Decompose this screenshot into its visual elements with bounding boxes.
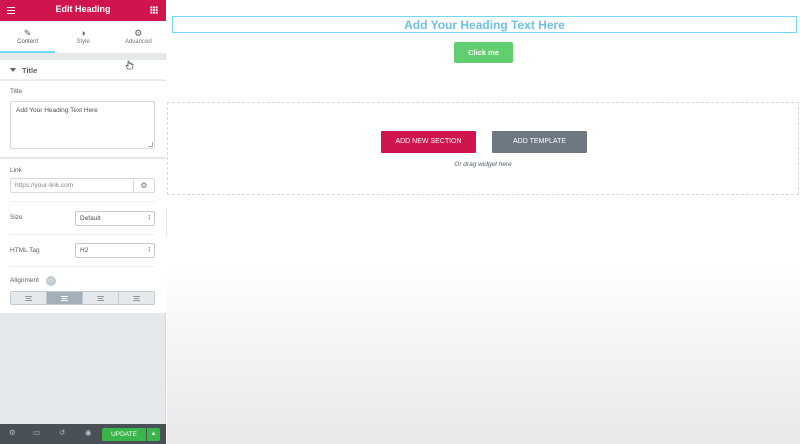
- separator: [10, 266, 155, 267]
- tab-style[interactable]: ◑ Style: [55, 21, 110, 53]
- heading-text[interactable]: Add Your Heading Text Here: [173, 18, 796, 32]
- responsive-icon[interactable]: ▭: [46, 276, 56, 286]
- title-textarea[interactable]: Add Your Heading Text Here: [10, 101, 155, 149]
- tab-advanced-label: Advanced: [124, 39, 152, 45]
- separator: [10, 201, 155, 202]
- caret-down-icon: [10, 68, 16, 72]
- grid-icon[interactable]: [150, 6, 158, 14]
- title-label: Title: [10, 88, 23, 95]
- align-left-icon: [25, 295, 32, 301]
- section-title-label: Title: [22, 66, 38, 75]
- align-justify-button[interactable]: [119, 292, 154, 304]
- tab-advanced[interactable]: ⚙ Advanced: [111, 21, 166, 53]
- controls-area: Title Add Your Heading Text Here Link ht…: [0, 81, 166, 313]
- align-center-icon: [61, 295, 68, 301]
- add-template-button[interactable]: ADD TEMPLATE: [492, 131, 587, 153]
- half-circle-icon: ◑: [80, 28, 86, 38]
- hand-cursor-icon: [125, 60, 134, 70]
- tab-content[interactable]: ✎ Content: [0, 21, 56, 53]
- link-input[interactable]: https://your-link.com: [10, 178, 134, 193]
- tab-style-label: Style: [76, 39, 90, 45]
- tab-content-label: Content: [17, 39, 39, 45]
- separator: [10, 234, 155, 235]
- divider: [0, 157, 166, 159]
- align-center-button[interactable]: [47, 292, 83, 304]
- responsive-desktop-icon[interactable]: ▭: [33, 428, 40, 437]
- size-label: Size: [10, 214, 23, 221]
- add-new-section-button[interactable]: ADD NEW SECTION: [381, 131, 476, 153]
- gear-icon: ⚙: [134, 28, 143, 38]
- size-select[interactable]: Default: [75, 211, 155, 226]
- alignment-control: [10, 291, 155, 305]
- panel-title: Edit Heading: [55, 4, 111, 14]
- html-tag-label: HTML Tag: [10, 247, 40, 254]
- settings-icon[interactable]: ⚙: [9, 428, 16, 437]
- update-options-button[interactable]: ▲: [147, 428, 160, 441]
- link-options-gear-icon[interactable]: ⚙: [134, 178, 155, 193]
- align-justify-icon: [133, 295, 140, 301]
- panel-tabs: ✎ Content ◑ Style ⚙ Advanced: [0, 21, 166, 54]
- panel-footer: ⚙ ▭ ↺ ◉ UPDATE ▲: [0, 424, 166, 444]
- pencil-icon: ✎: [23, 28, 32, 38]
- add-section-dropzone[interactable]: ADD NEW SECTION ADD TEMPLATE Or drag wid…: [167, 102, 799, 195]
- update-button[interactable]: UPDATE: [102, 428, 146, 441]
- click-me-button[interactable]: Click me: [454, 42, 513, 63]
- editor-panel: Edit Heading ✎ Content ◑ Style ⚙ Advance…: [0, 0, 166, 444]
- history-icon[interactable]: ↺: [59, 428, 65, 437]
- page-canvas: Add Your Heading Text Here Click me ADD …: [167, 0, 800, 444]
- align-right-icon: [97, 295, 104, 301]
- preview-eye-icon[interactable]: ◉: [85, 428, 92, 437]
- section-toggle-title[interactable]: Title: [0, 60, 166, 80]
- alignment-label: Alignment: [10, 277, 39, 284]
- heading-widget[interactable]: Add Your Heading Text Here: [172, 16, 797, 33]
- drag-widget-hint: Or drag widget here: [454, 161, 512, 168]
- panel-header: Edit Heading: [0, 0, 166, 21]
- align-left-button[interactable]: [11, 292, 47, 304]
- html-tag-select[interactable]: H2: [75, 243, 155, 258]
- link-label: Link: [10, 167, 22, 174]
- align-right-button[interactable]: [83, 292, 119, 304]
